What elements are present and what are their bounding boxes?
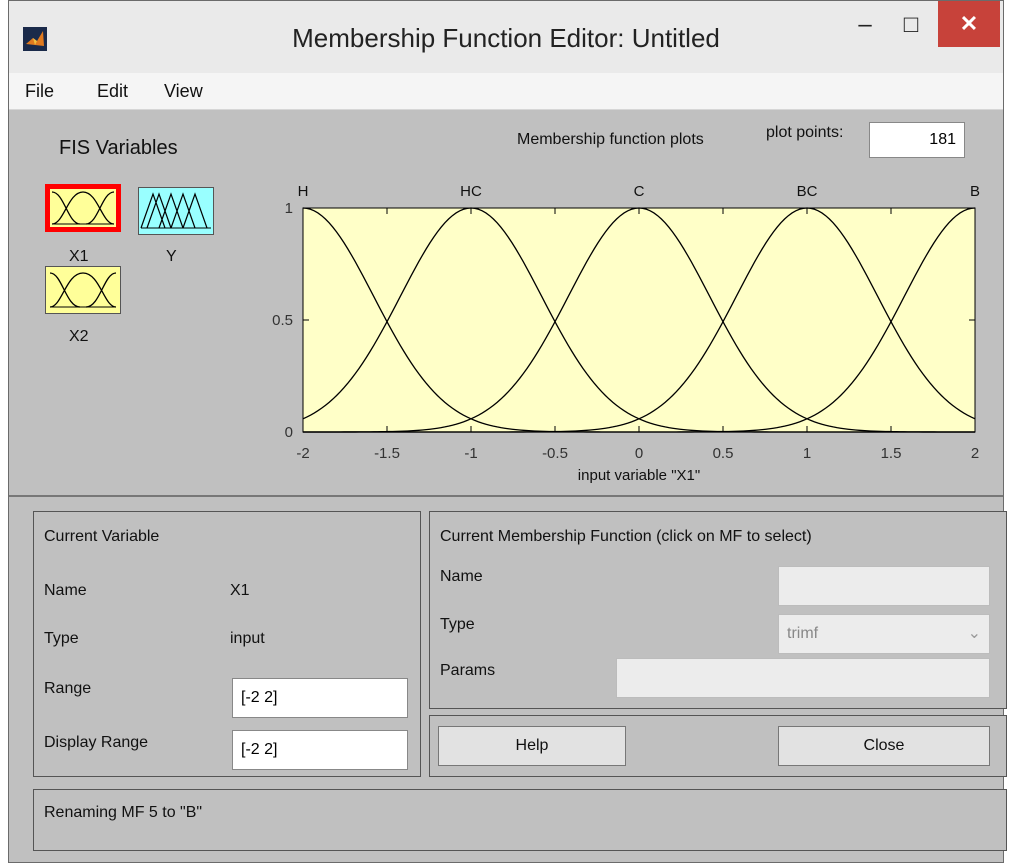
mf-shape-icon	[140, 192, 211, 229]
menu-view[interactable]: View	[164, 81, 203, 102]
name-label: Name	[44, 582, 87, 599]
current-variable-title: Current Variable	[44, 528, 160, 545]
type-label: Type	[44, 630, 79, 647]
membership-function-plot[interactable]: -2 -1.5 -1 -0.5 0 0.5 1 1.5 200.51H HC C BC Binput v…	[249, 161, 989, 501]
params-label: Params	[440, 662, 496, 679]
x-tick-label: -2	[296, 445, 309, 462]
mf-label: HC	[460, 183, 482, 200]
y-tick-label: 1	[285, 200, 293, 217]
title-bar: Membership Function Editor: Untitled – □…	[9, 1, 1003, 81]
x-tick-label: 0	[635, 445, 643, 462]
type-value: input	[230, 630, 265, 647]
x-tick-label: -0.5	[542, 445, 568, 462]
x-tick-label: 0.5	[713, 445, 734, 462]
status-panel: Renaming MF 5 to "B"	[33, 789, 1007, 851]
variable-y-label: Y	[166, 248, 177, 265]
x-axis-label: input variable "X1"	[578, 467, 700, 484]
params-input[interactable]	[616, 658, 990, 698]
plot-points-input[interactable]: 181	[869, 122, 965, 158]
current-variable-panel: Current Variable Name X1 Type input Rang…	[33, 511, 421, 777]
range-input[interactable]: [-2 2]	[232, 678, 408, 718]
divider	[9, 495, 1003, 497]
chevron-down-icon: ⌄	[967, 625, 981, 642]
current-mf-title: Current Membership Function (click on MF…	[440, 528, 812, 545]
mf-type-select[interactable]: trimf ⌄	[778, 614, 990, 654]
help-button[interactable]: Help	[438, 726, 626, 766]
variable-x2-label: X2	[69, 328, 89, 345]
display-range-input[interactable]: [-2 2]	[232, 730, 408, 770]
close-window-button[interactable]: ✕	[938, 1, 1000, 47]
plot-title: Membership function plots	[517, 131, 704, 148]
mf-name-input[interactable]	[778, 566, 990, 606]
display-range-label: Display Range	[44, 734, 149, 751]
x-tick-label: 1.5	[881, 445, 902, 462]
status-text: Renaming MF 5 to "B"	[44, 804, 203, 821]
menu-file[interactable]: File	[25, 81, 54, 102]
variable-y-icon[interactable]	[138, 187, 214, 235]
x-tick-label: -1.5	[374, 445, 400, 462]
name-value: X1	[230, 582, 250, 599]
buttons-panel: Help Close	[429, 715, 1007, 777]
y-tick-label: 0.5	[272, 312, 293, 329]
mf-label: BC	[797, 183, 818, 200]
menu-bar: File Edit View	[9, 73, 1003, 110]
range-label: Range	[44, 680, 92, 697]
mf-type-value: trimf	[787, 625, 819, 642]
x-tick-label: 1	[803, 445, 811, 462]
plot-points-label: plot points:	[766, 124, 844, 141]
minimize-button[interactable]: –	[843, 1, 887, 49]
mf-label: C	[634, 183, 645, 200]
mf-name-label: Name	[440, 568, 483, 585]
variable-x1-icon[interactable]	[45, 184, 121, 232]
y-tick-label: 0	[285, 424, 293, 441]
close-button[interactable]: Close	[778, 726, 990, 766]
maximize-button[interactable]: □	[889, 1, 933, 49]
mf-shape-icon	[51, 191, 115, 225]
mf-editor-window: Membership Function Editor: Untitled – □…	[8, 0, 1007, 863]
x-tick-label: 2	[971, 445, 979, 462]
menu-edit[interactable]: Edit	[97, 81, 128, 102]
current-mf-panel: Current Membership Function (click on MF…	[429, 511, 1007, 709]
plot-area	[302, 207, 976, 433]
x-tick-label: -1	[464, 445, 477, 462]
mf-shape-icon	[49, 272, 117, 308]
variable-x2-icon[interactable]	[45, 266, 121, 314]
fis-variables-label: FIS Variables	[59, 137, 178, 159]
variable-x1-label: X1	[69, 248, 89, 265]
mf-type-label: Type	[440, 616, 475, 633]
mf-label: B	[970, 183, 980, 200]
mf-label: H	[298, 183, 309, 200]
